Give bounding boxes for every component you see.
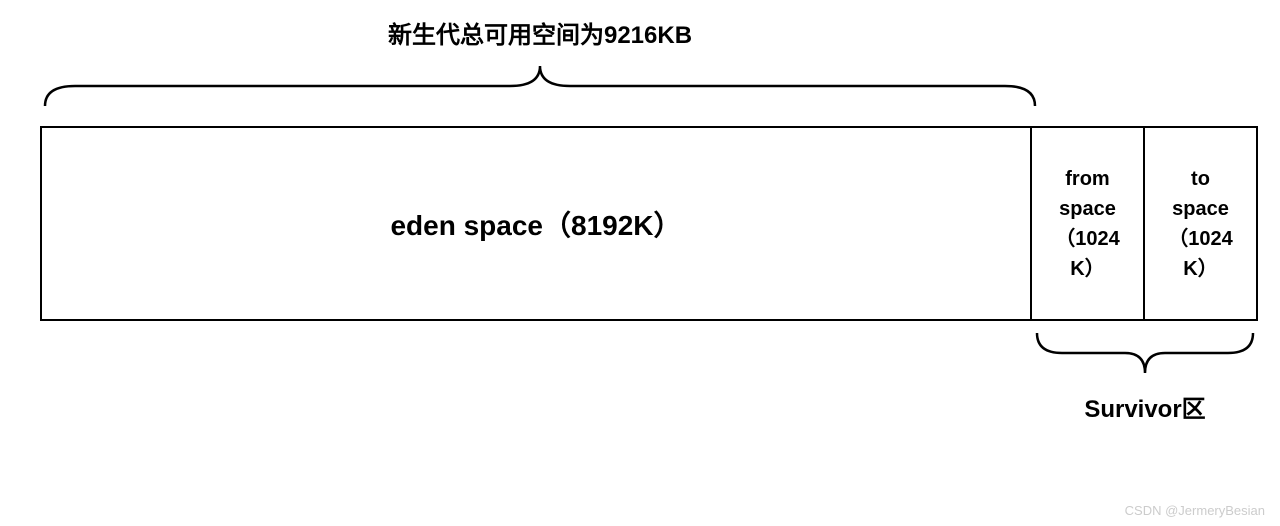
- eden-label: eden space（8192K）: [390, 204, 681, 244]
- watermark-text: CSDN @JermeryBesian: [1125, 503, 1265, 518]
- from-space-box: from space （1024 K）: [1032, 126, 1145, 321]
- to-space-box: to space （1024 K）: [1145, 126, 1258, 321]
- top-brace-icon: [40, 58, 1040, 108]
- to-line4: K）: [1183, 254, 1217, 284]
- from-line4: K）: [1070, 254, 1104, 284]
- survivor-brace-area: Survivor区: [1032, 321, 1258, 424]
- young-gen-total-label: 新生代总可用空间为9216KB: [40, 15, 1260, 50]
- from-line3: （1024: [1055, 224, 1120, 254]
- to-line1: to: [1191, 164, 1210, 194]
- memory-row: eden space（8192K） from space （1024 K） to…: [40, 126, 1260, 321]
- diagram-container: 新生代总可用空间为9216KB eden space（8192K） from s…: [40, 15, 1260, 321]
- memory-rows-wrapper: eden space（8192K） from space （1024 K） to…: [40, 126, 1260, 321]
- bottom-brace-icon: [1032, 331, 1258, 381]
- from-line1: from: [1065, 164, 1109, 194]
- from-line2: space: [1059, 194, 1116, 224]
- survivor-label: Survivor区: [1032, 389, 1258, 424]
- eden-space-box: eden space（8192K）: [40, 126, 1032, 321]
- to-line2: space: [1172, 194, 1229, 224]
- to-line3: （1024: [1168, 224, 1233, 254]
